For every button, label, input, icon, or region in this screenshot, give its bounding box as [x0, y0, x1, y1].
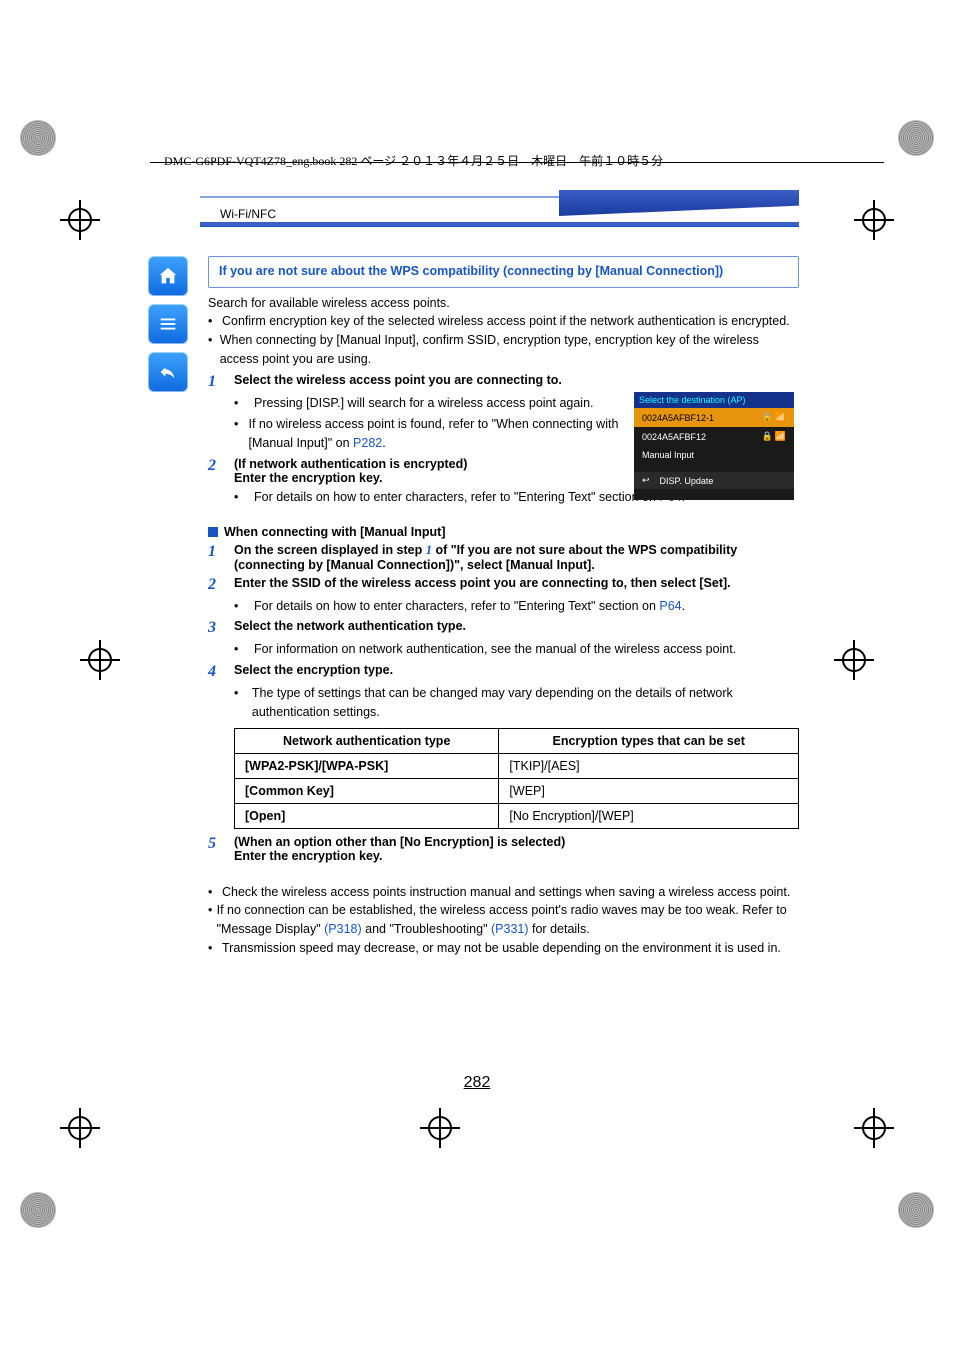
corner-circle: [20, 1192, 56, 1228]
page-number: 282: [0, 1074, 954, 1092]
back-button[interactable]: [148, 352, 188, 392]
step-title: Select the wireless access point you are…: [234, 373, 562, 387]
ss-row-selected: 0024A5AFBF12-1🔒📶: [634, 408, 794, 427]
home-button[interactable]: [148, 256, 188, 296]
ss-row: 0024A5AFBF12🔒📶: [634, 427, 794, 446]
doc-meta-header: DMC-G6PDF-VQT4Z78_eng.book 282 ページ ２０１３年…: [164, 152, 663, 169]
lock-icon: 🔒: [762, 431, 773, 442]
step-title: Enter the SSID of the wireless access po…: [234, 576, 731, 590]
intro-text: Search for available wireless access poi…: [208, 294, 799, 313]
wifi-icon: 📶: [775, 431, 786, 442]
page-ref-link[interactable]: (P318): [324, 922, 362, 936]
callout-box: If you are not sure about the WPS compat…: [208, 256, 799, 288]
subsection-heading: When connecting with [Manual Input]: [208, 525, 799, 539]
registration-mark: [854, 1108, 894, 1148]
callout-text: If you are not sure about the WPS compat…: [219, 264, 723, 278]
header-divider: [200, 226, 799, 227]
step-sub: Pressing [DISP.] will search for a wirel…: [254, 394, 594, 413]
registration-mark: [60, 200, 100, 240]
table-row: [Common Key][WEP]: [235, 778, 799, 803]
corner-circle: [898, 120, 934, 156]
page-ref-link[interactable]: (P331): [491, 922, 529, 936]
registration-mark: [854, 200, 894, 240]
ss-footer: ↩DISP. Update: [634, 472, 794, 489]
step-sub: For information on network authenticatio…: [254, 640, 736, 659]
registration-mark: [80, 640, 120, 680]
intro-bullet: Confirm encryption key of the selected w…: [222, 312, 790, 331]
step-title: (If network authentication is encrypted)…: [234, 457, 467, 485]
ss-header: Select the destination (AP): [634, 392, 794, 408]
step-sub: For details on how to enter characters, …: [254, 488, 685, 507]
step-title: Select the network authentication type.: [234, 619, 466, 633]
table-row: [Open][No Encryption]/[WEP]: [235, 803, 799, 828]
ss-row: Manual Input: [634, 446, 794, 464]
wifi-icon: 📶: [775, 412, 786, 423]
note-text: If no connection can be established, the…: [217, 901, 799, 939]
table-row: [WPA2-PSK]/[WPA-PSK][TKIP]/[AES]: [235, 753, 799, 778]
note-text: Transmission speed may decrease, or may …: [222, 939, 781, 958]
breadcrumb: Wi-Fi/NFC: [220, 207, 276, 221]
corner-circle: [898, 1192, 934, 1228]
step-sub: The type of settings that can be changed…: [252, 684, 799, 722]
step-sub: For details on how to enter characters, …: [254, 597, 685, 616]
step-title: (When an option other than [No Encryptio…: [234, 835, 565, 863]
corner-circle: [20, 120, 56, 156]
step-sub: If no wireless access point is found, re…: [249, 415, 619, 453]
back-arrow-icon: ↩: [642, 475, 650, 486]
table-header: Encryption types that can be set: [499, 728, 799, 753]
step-title: On the screen displayed in step 1 of "If…: [234, 543, 737, 572]
table-header: Network authentication type: [235, 728, 499, 753]
page-ref-link[interactable]: P64: [659, 599, 681, 613]
registration-mark: [420, 1108, 460, 1148]
menu-button[interactable]: [148, 304, 188, 344]
intro-bullet: When connecting by [Manual Input], confi…: [220, 331, 799, 369]
square-bullet-icon: [208, 527, 218, 537]
device-screenshot: Select the destination (AP) 0024A5AFBF12…: [634, 392, 794, 500]
encryption-table: Network authentication typeEncryption ty…: [234, 728, 799, 829]
step-title: Select the encryption type.: [234, 663, 393, 677]
header-thick: [200, 222, 799, 226]
lock-icon: 🔒: [762, 412, 773, 423]
note-text: Check the wireless access points instruc…: [222, 883, 790, 902]
registration-mark: [834, 640, 874, 680]
page-ref-link[interactable]: P282: [353, 436, 382, 450]
registration-mark: [60, 1108, 100, 1148]
